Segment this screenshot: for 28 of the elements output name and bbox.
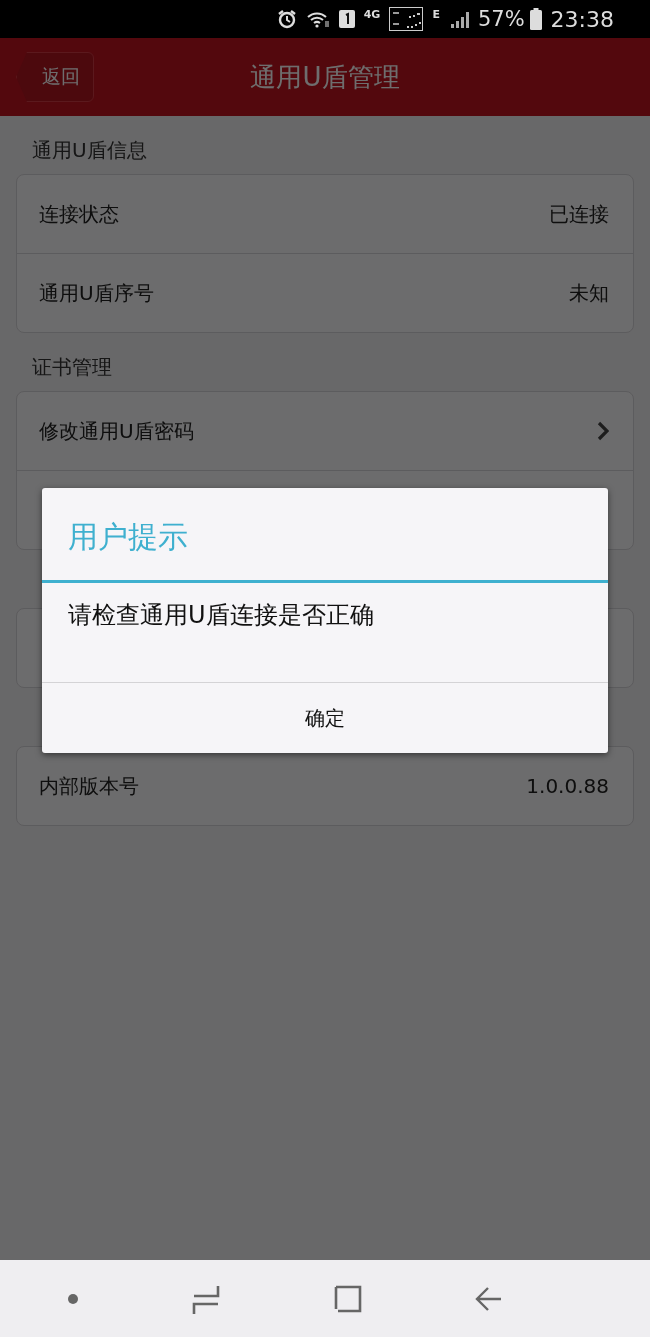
recent-apps-icon	[192, 1283, 221, 1314]
row-value: 未知	[569, 279, 609, 307]
row-label: 内部版本号	[39, 772, 139, 800]
chevron-right-icon	[597, 421, 609, 441]
section-title: 证书管理	[31, 354, 113, 381]
dialog-message: 请检查通用U盾连接是否正确	[42, 583, 608, 683]
page-title: 通用U盾管理	[250, 60, 400, 94]
section-title: 通用U盾信息	[31, 137, 148, 164]
dual-signal-icon	[389, 7, 424, 31]
alarm-icon	[276, 9, 297, 29]
row-value: 1.0.0.88	[526, 774, 609, 798]
row-label: 修改通用U盾密码	[39, 417, 194, 445]
row-label: 通用U盾序号	[39, 279, 154, 307]
confirm-button[interactable]: 确定	[42, 683, 608, 753]
wifi-icon	[305, 9, 330, 29]
dialog-title: 用户提示	[42, 488, 608, 583]
signal-icon	[448, 10, 469, 28]
row-value: 已连接	[549, 200, 609, 228]
network-label: E	[432, 8, 440, 21]
row-label: 连接状态	[39, 200, 119, 228]
network-label: 4G	[363, 8, 381, 21]
dot-icon	[66, 1292, 79, 1305]
battery-icon	[529, 8, 542, 30]
battery-percent: 57%	[477, 7, 525, 31]
back-arrow-icon	[475, 1284, 504, 1313]
sim-icon	[338, 10, 355, 28]
home-icon	[333, 1284, 362, 1313]
clock: 23:38	[550, 6, 614, 32]
